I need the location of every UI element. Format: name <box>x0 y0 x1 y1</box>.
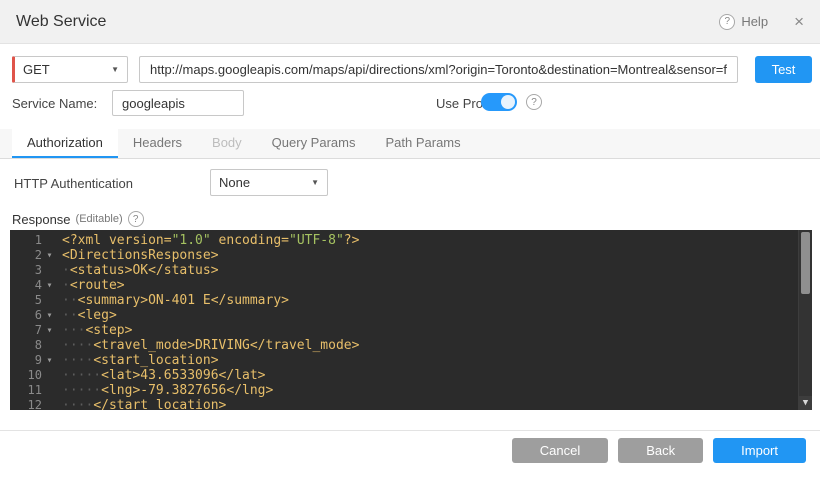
code-text: ··<leg> <box>57 308 117 323</box>
line-number: 8 <box>10 338 42 353</box>
tabs: AuthorizationHeadersBodyQuery ParamsPath… <box>0 129 820 159</box>
toggle-knob <box>501 95 515 109</box>
tab-authorization[interactable]: Authorization <box>12 129 118 158</box>
scroll-down-button[interactable]: ▼ <box>799 396 812 410</box>
footer: Cancel Back Import <box>512 438 806 463</box>
chevron-down-icon: ▼ <box>111 65 119 74</box>
tab-headers[interactable]: Headers <box>118 129 197 158</box>
response-help-icon[interactable]: ? <box>128 211 144 227</box>
line-number: 3 <box>10 263 42 278</box>
code-line[interactable]: 1 <?xml version="1.0" encoding="UTF-8"?> <box>10 233 798 248</box>
tab-path-params[interactable]: Path Params <box>370 129 475 158</box>
code-line[interactable]: 3 ·<status>OK</status> <box>10 263 798 278</box>
line-number: 1 <box>10 233 42 248</box>
response-label: Response <box>12 212 71 227</box>
code-line[interactable]: 2▾<DirectionsResponse> <box>10 248 798 263</box>
http-authentication-select[interactable]: None ▼ <box>210 169 328 196</box>
line-number: 6 <box>10 308 42 323</box>
fold-arrow-icon[interactable]: ▾ <box>42 248 57 263</box>
fold-spacer <box>42 338 57 353</box>
code-line[interactable]: 11 ·····<lng>-79.3827656</lng> <box>10 383 798 398</box>
url-input[interactable] <box>139 56 738 83</box>
chevron-down-icon: ▼ <box>311 178 319 187</box>
code-line[interactable]: 5 ··<summary>ON-401 E</summary> <box>10 293 798 308</box>
fold-arrow-icon[interactable]: ▾ <box>42 278 57 293</box>
http-authentication-label: HTTP Authentication <box>14 176 133 191</box>
line-number: 2 <box>10 248 42 263</box>
page-title: Web Service <box>16 13 106 31</box>
fold-spacer <box>42 293 57 308</box>
line-number: 9 <box>10 353 42 368</box>
line-number: 5 <box>10 293 42 308</box>
line-number: 4 <box>10 278 42 293</box>
line-number: 11 <box>10 383 42 398</box>
code-text: <?xml version="1.0" encoding="UTF-8"?> <box>57 233 359 248</box>
code-text: <DirectionsResponse> <box>57 248 219 263</box>
use-proxy-toggle[interactable] <box>481 93 517 111</box>
http-authentication-value: None <box>219 175 250 190</box>
fold-spacer <box>42 368 57 383</box>
code-text: ····<travel_mode>DRIVING</travel_mode> <box>57 338 359 353</box>
code-text: ·····<lng>-79.3827656</lng> <box>57 383 273 398</box>
code-line[interactable]: 6▾··<leg> <box>10 308 798 323</box>
line-number: 10 <box>10 368 42 383</box>
back-button[interactable]: Back <box>618 438 703 463</box>
method-select[interactable]: GET ▼ <box>12 56 128 83</box>
proxy-help-icon[interactable]: ? <box>526 94 542 110</box>
code-line[interactable]: 8 ····<travel_mode>DRIVING</travel_mode> <box>10 338 798 353</box>
close-icon[interactable]: × <box>794 13 804 30</box>
code-text: ····</start_location> <box>57 398 226 410</box>
code-line[interactable]: 10 ·····<lat>43.6533096</lat> <box>10 368 798 383</box>
editor-scrollbar[interactable]: ▼ <box>798 230 812 410</box>
code-text: ···<step> <box>57 323 132 338</box>
code-line[interactable]: 9▾····<start_location> <box>10 353 798 368</box>
service-name-label: Service Name: <box>12 96 97 111</box>
fold-spacer <box>42 383 57 398</box>
fold-arrow-icon[interactable]: ▾ <box>42 308 57 323</box>
response-editable-label: (Editable) <box>76 213 123 225</box>
code-line[interactable]: 4▾·<route> <box>10 278 798 293</box>
code-line[interactable]: 7▾···<step> <box>10 323 798 338</box>
dialog-header: Web Service ? Help × <box>0 0 820 44</box>
service-name-input[interactable] <box>112 90 244 116</box>
code-text: ····<start_location> <box>57 353 219 368</box>
help-label[interactable]: Help <box>741 14 768 29</box>
code-text: ·<route> <box>57 278 125 293</box>
cancel-button[interactable]: Cancel <box>512 438 608 463</box>
code-text: ··<summary>ON-401 E</summary> <box>57 293 289 308</box>
fold-arrow-icon[interactable]: ▾ <box>42 323 57 338</box>
editor-lines: 1<?xml version="1.0" encoding="UTF-8"?>2… <box>10 233 798 410</box>
method-select-value: GET <box>23 62 50 77</box>
response-editor[interactable]: 1<?xml version="1.0" encoding="UTF-8"?>2… <box>10 230 812 410</box>
test-button[interactable]: Test <box>755 56 812 83</box>
help-icon[interactable]: ? <box>719 14 735 30</box>
import-button[interactable]: Import <box>713 438 806 463</box>
fold-spacer <box>42 233 57 248</box>
fold-spacer <box>42 263 57 278</box>
fold-arrow-icon[interactable]: ▾ <box>42 353 57 368</box>
code-line[interactable]: 12 ····</start_location> <box>10 398 798 410</box>
tab-body: Body <box>197 129 257 158</box>
fold-spacer <box>42 398 57 410</box>
scrollbar-thumb[interactable] <box>801 232 810 294</box>
tab-query-params[interactable]: Query Params <box>257 129 371 158</box>
response-label-row: Response (Editable) ? <box>12 211 144 227</box>
line-number: 12 <box>10 398 42 410</box>
code-text: ·<status>OK</status> <box>57 263 219 278</box>
line-number: 7 <box>10 323 42 338</box>
code-text: ·····<lat>43.6533096</lat> <box>57 368 266 383</box>
footer-divider <box>0 430 820 431</box>
